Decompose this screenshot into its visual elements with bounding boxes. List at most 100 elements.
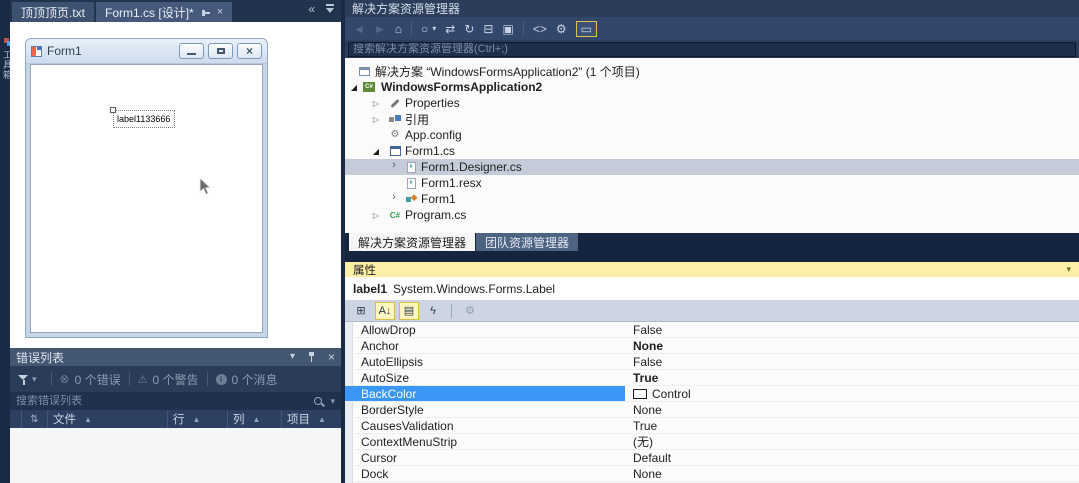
tree-item-project[interactable]: ◢ C# WindowsFormsApplication2	[345, 79, 1079, 95]
selected-object-row[interactable]: label1 System.Windows.Forms.Label	[345, 277, 1079, 300]
label1-control[interactable]: label1133666	[110, 107, 175, 128]
active-files-list-icon[interactable]	[325, 4, 335, 14]
error-icon: ⊗	[59, 372, 70, 386]
sync-active-document-icon[interactable]: ⇄	[445, 23, 455, 35]
window-menu-icon[interactable]: ▾	[1066, 264, 1071, 275]
properties-title-bar[interactable]: 属性 ▾	[345, 262, 1079, 277]
panel-divider	[345, 252, 1079, 262]
csharp-project-icon: C#	[363, 81, 375, 93]
categorized-icon[interactable]: ⊞	[351, 302, 371, 320]
home-icon[interactable]: ⌂	[395, 23, 402, 35]
form-title-bar[interactable]: Form1 ×	[26, 39, 267, 64]
property-row[interactable]: AutoSize True	[345, 370, 1079, 386]
collapsed-arrow-icon[interactable]: ▷	[371, 99, 381, 108]
error-list-title-bar[interactable]: 错误列表 ▾ ×	[10, 348, 341, 366]
close-tab-icon[interactable]: ×	[217, 6, 223, 18]
column-file[interactable]: 文件 ▲	[48, 410, 168, 428]
messages-count-button[interactable]: i 0 个消息	[215, 371, 278, 388]
filter-icon[interactable]	[18, 374, 29, 385]
close-panel-icon[interactable]: ×	[328, 351, 335, 363]
column-blank	[10, 410, 22, 428]
property-row[interactable]: Dock None	[345, 466, 1079, 482]
error-list-search-input[interactable]	[16, 395, 315, 407]
filter-dropdown-icon[interactable]: ▾	[32, 374, 37, 385]
close-button[interactable]: ×	[237, 43, 262, 59]
expanded-arrow-icon[interactable]: ◢	[349, 83, 359, 92]
search-icon[interactable]	[314, 397, 323, 405]
pending-changes-filter-icon[interactable]: ○	[421, 23, 428, 35]
events-icon[interactable]: ϟ	[423, 302, 443, 320]
back-icon[interactable]: ◄	[353, 23, 365, 35]
right-dock-column: 解决方案资源管理器 ◄ ► ⌂ ○ ▾ ⇄ ↻ ⊟ ▣ <> ⚙ ▭ 解决方案 …	[345, 0, 1079, 483]
scroll-tabs-left-icon[interactable]: «	[308, 3, 315, 15]
tree-item-appconfig[interactable]: ⚙ App.config	[345, 127, 1079, 143]
search-dropdown-icon[interactable]: ▾	[330, 396, 335, 407]
tree-item-properties[interactable]: ▷ Properties	[345, 95, 1079, 111]
solution-explorer-search-input[interactable]	[348, 41, 1076, 57]
alphabetical-icon[interactable]: A↓	[375, 301, 395, 320]
property-row[interactable]: AutoEllipsis False	[345, 354, 1079, 370]
forward-icon[interactable]: ►	[374, 23, 386, 35]
refresh-icon[interactable]: ↻	[464, 23, 474, 35]
errors-count-button[interactable]: ⊗ 0 个错误	[60, 371, 121, 388]
property-row[interactable]: Cursor Default	[345, 450, 1079, 466]
properties-icon[interactable]: ⚙	[556, 23, 567, 35]
collapsed-arrow-icon[interactable]: ▷	[371, 115, 381, 124]
separator	[451, 303, 452, 318]
minimize-button[interactable]	[179, 43, 204, 59]
tree-item-form1-resx[interactable]: # Form1.resx	[345, 175, 1079, 191]
tree-item-programcs[interactable]: ▷ C# Program.cs	[345, 207, 1079, 223]
form-caption-buttons: ×	[179, 43, 262, 59]
tab-team-explorer[interactable]: 团队资源管理器	[476, 233, 579, 251]
csharp-file-green-icon: C#	[389, 210, 401, 220]
wrench-icon	[389, 97, 401, 109]
pin-tab-icon[interactable]	[201, 8, 211, 17]
show-all-files-icon[interactable]: ▣	[502, 23, 513, 35]
tab-txt-file[interactable]: 顶顶顶页.txt	[12, 2, 95, 22]
maximize-button[interactable]	[208, 43, 233, 59]
error-list-title: 错误列表	[16, 350, 65, 365]
designed-form[interactable]: Form1 × label1133666	[25, 38, 268, 338]
default-order-column[interactable]: ⇅	[22, 410, 48, 428]
solution-tree: 解决方案 “WindowsFormsApplication2” (1 个项目) …	[345, 58, 1079, 233]
collapse-all-icon[interactable]: ⊟	[483, 23, 493, 35]
tab-solution-explorer[interactable]: 解决方案资源管理器	[349, 233, 476, 251]
tree-item-form1cs[interactable]: ◢ Form1.cs	[345, 143, 1079, 159]
object-type: System.Windows.Forms.Label	[393, 281, 556, 296]
solution-explorer-title-bar[interactable]: 解决方案资源管理器	[345, 0, 1079, 17]
chevron-right-icon[interactable]: ›	[389, 191, 399, 203]
form-designer-surface[interactable]: Form1 × label1133666	[10, 22, 341, 348]
toolbox-collapsed-tab[interactable]: 工具箱	[1, 38, 10, 80]
form-title: Form1	[47, 44, 82, 58]
property-row[interactable]: AllowDrop False	[345, 322, 1079, 338]
property-row[interactable]: BorderStyle None	[345, 402, 1079, 418]
property-row[interactable]: ContextMenuStrip (无)	[345, 434, 1079, 450]
properties-view-icon[interactable]: ▤	[399, 301, 419, 320]
column-line[interactable]: 行 ▲	[168, 410, 228, 428]
tab-form1-designer[interactable]: Form1.cs [设计]* ×	[96, 2, 233, 22]
tree-item-references[interactable]: ▷ 引用	[345, 111, 1079, 127]
property-row[interactable]: Anchor None	[345, 338, 1079, 354]
pin-panel-icon[interactable]	[307, 352, 316, 362]
collapsed-arrow-icon[interactable]: ▷	[371, 211, 381, 220]
chevron-right-icon[interactable]: ›	[389, 159, 399, 171]
drag-handle[interactable]	[110, 107, 116, 113]
column-column[interactable]: 列 ▲	[228, 410, 282, 428]
winform-icon	[389, 145, 401, 157]
tree-item-form1-class[interactable]: › Form1	[345, 191, 1079, 207]
tree-item-form1-designer[interactable]: › # Form1.Designer.cs	[345, 159, 1079, 175]
warnings-count-button[interactable]: ⚠ 0 个警告	[138, 371, 199, 388]
tree-item-solution[interactable]: 解决方案 “WindowsFormsApplication2” (1 个项目)	[345, 63, 1079, 79]
form-client-area[interactable]: label1133666	[30, 64, 263, 333]
expanded-arrow-icon[interactable]: ◢	[371, 147, 381, 156]
view-code-icon[interactable]: <>	[533, 23, 547, 35]
filter-dropdown-icon[interactable]: ▾	[432, 24, 436, 33]
window-menu-icon[interactable]: ▾	[290, 352, 295, 362]
property-row[interactable]: CausesValidation True	[345, 418, 1079, 434]
column-project[interactable]: 项目 ▲	[282, 410, 341, 428]
error-list-body[interactable]	[10, 428, 341, 483]
toolbox-tab-label: 工具箱	[2, 50, 10, 80]
property-pages-icon[interactable]: ⚙	[460, 302, 480, 320]
property-row-backcolor-selected[interactable]: BackColor Control	[345, 386, 1079, 402]
preview-selected-items-icon[interactable]: ▭	[575, 20, 597, 37]
